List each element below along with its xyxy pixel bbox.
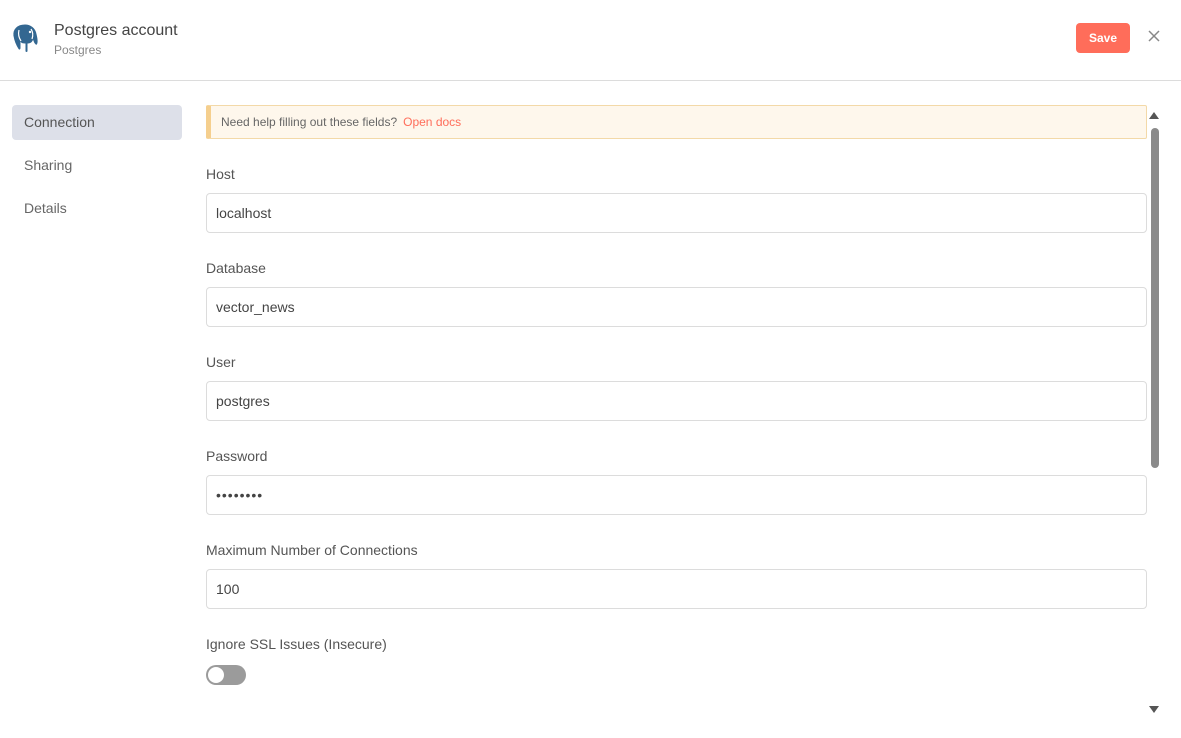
open-docs-link[interactable]: Open docs: [403, 115, 461, 129]
sidebar-item-details[interactable]: Details: [12, 191, 182, 226]
close-icon[interactable]: [1145, 27, 1163, 45]
save-button[interactable]: Save: [1076, 23, 1130, 53]
sidebar: Connection Sharing Details: [12, 105, 182, 234]
max-connections-label: Maximum Number of Connections: [206, 542, 418, 558]
password-label: Password: [206, 448, 268, 464]
user-label: User: [206, 354, 236, 370]
password-input[interactable]: ••••••••: [206, 475, 1147, 515]
modal-title: Postgres account: [54, 22, 178, 39]
user-input[interactable]: postgres: [206, 381, 1147, 421]
scroll-down-arrow[interactable]: [1149, 706, 1159, 713]
database-label: Database: [206, 260, 266, 276]
ignore-ssl-toggle[interactable]: [206, 665, 246, 685]
toggle-knob: [208, 667, 224, 683]
help-notice: Need help filling out these fields? Open …: [206, 105, 1147, 139]
modal-subtitle: Postgres: [54, 43, 102, 57]
host-input[interactable]: localhost: [206, 193, 1147, 233]
sidebar-item-sharing[interactable]: Sharing: [12, 148, 182, 183]
postgres-elephant-icon: [12, 23, 39, 53]
ignore-ssl-label: Ignore SSL Issues (Insecure): [206, 636, 387, 652]
database-input[interactable]: vector_news: [206, 287, 1147, 327]
modal-header: Postgres account Postgres Save: [0, 0, 1181, 81]
sidebar-item-connection[interactable]: Connection: [12, 105, 182, 140]
max-connections-input[interactable]: 100: [206, 569, 1147, 609]
host-label: Host: [206, 166, 235, 182]
help-notice-text: Need help filling out these fields?: [221, 115, 398, 129]
connection-form: Need help filling out these fields? Open …: [206, 105, 1147, 685]
scrollbar-thumb[interactable]: [1151, 128, 1159, 468]
scroll-up-arrow[interactable]: [1149, 112, 1159, 119]
